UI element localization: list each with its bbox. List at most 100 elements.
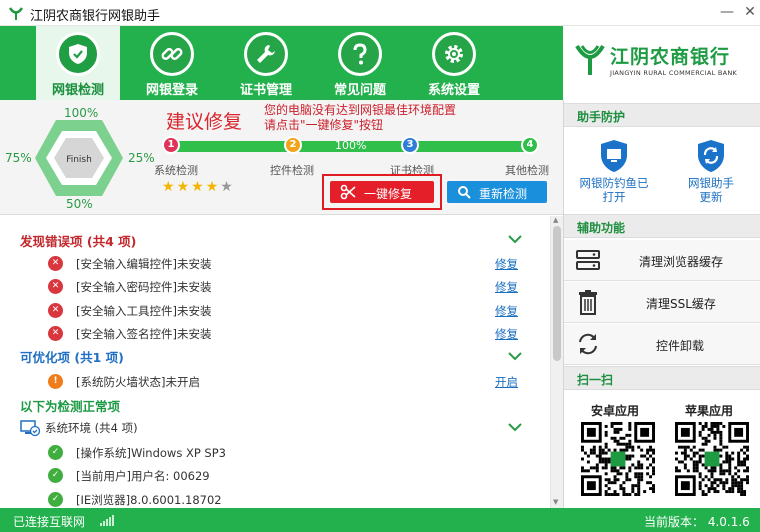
error-item-text: [安全输入签名控件]未安装 [76,327,212,341]
bank-logo-icon [575,44,605,75]
hex-left-percent: 75% [5,151,32,165]
progress-label: 100% [335,139,367,152]
optimizable-heading: 可优化项 (共1 项) [20,350,124,365]
right-sidebar: 助手防护 网银防钓鱼已 打开 网银助手 更新 辅助功能 清理浏览器缓存 清理SS… [563,100,760,508]
chevron-down-icon[interactable] [507,234,523,244]
link-icon [150,32,194,76]
error-item-text: [安全输入密码控件]未安装 [76,280,212,294]
step-badge-1: 1 [162,136,180,154]
assistant-update-label: 网银助手 更新 [666,176,756,204]
suggestion-desc-line1: 您的电脑没有达到网银最佳环境配置 [264,103,457,117]
env-group-label: 系统环境 (共4 项) [45,421,138,435]
error-icon: ✕ [48,326,63,341]
check-icon: ✓ [48,492,63,507]
protection-header: 助手防护 [564,103,760,127]
scissors-icon [340,184,356,200]
rating-stars: ★★★★★ [162,179,235,195]
repair-link[interactable]: 修复 [495,326,518,342]
aux-header: 辅助功能 [564,214,760,238]
gear-icon [432,32,476,76]
shield-monitor-icon [601,140,627,172]
error-item: ✕ [安全输入签名控件]未安装 修复 [48,323,528,343]
clear-ssl-cache-button[interactable]: 清理SSL缓存 [564,282,760,323]
minimize-button[interactable]: — [719,4,735,20]
error-icon: ✕ [48,303,63,318]
computer-check-icon [20,420,40,437]
chevron-down-icon[interactable] [507,351,523,361]
status-bar: 已连接互联网 当前版本： 4.0.1.6 [0,508,760,532]
error-item: ✕ [安全输入工具控件]未安装 修复 [48,300,528,320]
assistant-update-label-line2: 更新 [699,190,723,204]
update-shield-icon [698,140,724,172]
clear-browser-cache-label: 清理浏览器缓存 [639,255,724,269]
brand-name: 江阴农商银行 [610,46,731,68]
recheck-button-label: 重新检测 [479,187,528,201]
enable-link[interactable]: 开启 [495,374,518,390]
ios-qr-code [675,422,749,496]
nav-tab-faq[interactable]: 常见问题 [318,26,402,100]
step-badge-3: 3 [401,136,419,154]
uninstall-controls-button[interactable]: 控件卸载 [564,324,760,365]
normal-item-text: [IE浏览器]8.0.6001.18702 [76,493,222,507]
error-item-text: [安全输入编辑控件]未安装 [76,257,212,271]
connection-status: 已连接互联网 [13,515,86,529]
nav-tab-label: 系统设置 [427,83,480,98]
results-list: 发现错误项 (共4 项) ✕ [安全输入编辑控件]未安装 修复 ✕ [安全输入密… [0,216,550,508]
repair-link[interactable]: 修复 [495,256,518,272]
scroll-down-icon[interactable]: ▼ [553,498,558,506]
normal-item-text: [当前用户]用户名: 00629 [76,469,210,483]
protection-title: 助手防护 [577,110,626,124]
rating-star: ★ [205,179,221,195]
assistant-update-button[interactable]: 网银助手 更新 [666,137,756,207]
anti-phishing-label-line1: 网银防钓鱼已 [579,176,649,190]
hex-center-label: Finish [66,155,92,165]
repair-link[interactable]: 修复 [495,303,518,319]
nav-tab-label: 常见问题 [333,83,386,98]
app-logo-icon [8,7,24,20]
trash-icon [579,290,597,315]
uninstall-controls-label: 控件卸载 [656,339,705,353]
normal-item: ✓ [当前用户]用户名: 00629 [48,465,528,485]
status-panel: 100% 75% 25% 50% Finish 建议修复 您的电脑没有达到网银最… [0,100,563,215]
results-scrollbar[interactable]: ▲ ▼ [550,216,563,508]
check-icon: ✓ [48,468,63,483]
scrollbar-thumb[interactable] [553,226,561,361]
rating-star: ★ [162,179,177,195]
optimizable-item-text: [系统防火墙状态]未开启 [76,375,200,389]
error-item: ✕ [安全输入编辑控件]未安装 修复 [48,253,528,273]
close-button[interactable]: ✕ [742,4,758,20]
recheck-button[interactable]: 重新检测 [447,181,547,203]
anti-phishing-toggle[interactable]: 网银防钓鱼已 打开 [569,137,659,207]
nav-tab-certificate[interactable]: 证书管理 [224,26,308,100]
normal-item-text: [操作系统]Windows XP SP3 [76,446,226,460]
hex-bottom-percent: 50% [66,197,93,211]
env-group-header[interactable]: 系统环境 (共4 项) [20,417,320,437]
scan-header: 扫一扫 [564,366,760,390]
scroll-up-icon[interactable]: ▲ [553,216,558,224]
warning-icon: ! [48,374,63,389]
fix-button-label: 一键修复 [364,187,413,201]
step-label-2: 控件检测 [270,164,314,177]
bank-brand: 江阴农商银行 JIANGYIN RURAL COMMERCIAL BANK [563,26,760,100]
shield-icon [56,32,100,76]
anti-phishing-label-line2: 打开 [602,190,626,204]
error-item: ✕ [安全输入密码控件]未安装 修复 [48,276,528,296]
status-hexagon: Finish [35,120,123,196]
window-title: 江阴农商银行网银助手 [30,9,161,24]
scan-title: 扫一扫 [577,373,614,387]
one-click-fix-button[interactable]: 一键修复 [330,181,434,203]
normal-item: ✓ [操作系统]Windows XP SP3 [48,442,528,462]
chevron-down-icon[interactable] [507,422,523,432]
android-app-label: 安卓应用 [590,404,639,418]
version-label: 当前版本： 4.0.1.6 [644,515,750,529]
main-nav: 网银检测 网银登录 证书管理 常见问题 系统设置 江阴农商银行 JIANGYIN… [0,26,760,100]
step-badge-4: 4 [521,136,539,154]
nav-tab-label: 网银检测 [51,83,104,98]
nav-tab-settings[interactable]: 系统设置 [412,26,496,100]
nav-tab-login[interactable]: 网银登录 [130,26,214,100]
optimizable-item: ! [系统防火墙状态]未开启 开启 [48,371,528,391]
repair-link[interactable]: 修复 [495,279,518,295]
nav-tab-check[interactable]: 网银检测 [36,26,120,100]
server-icon [576,250,600,270]
clear-browser-cache-button[interactable]: 清理浏览器缓存 [564,240,760,281]
